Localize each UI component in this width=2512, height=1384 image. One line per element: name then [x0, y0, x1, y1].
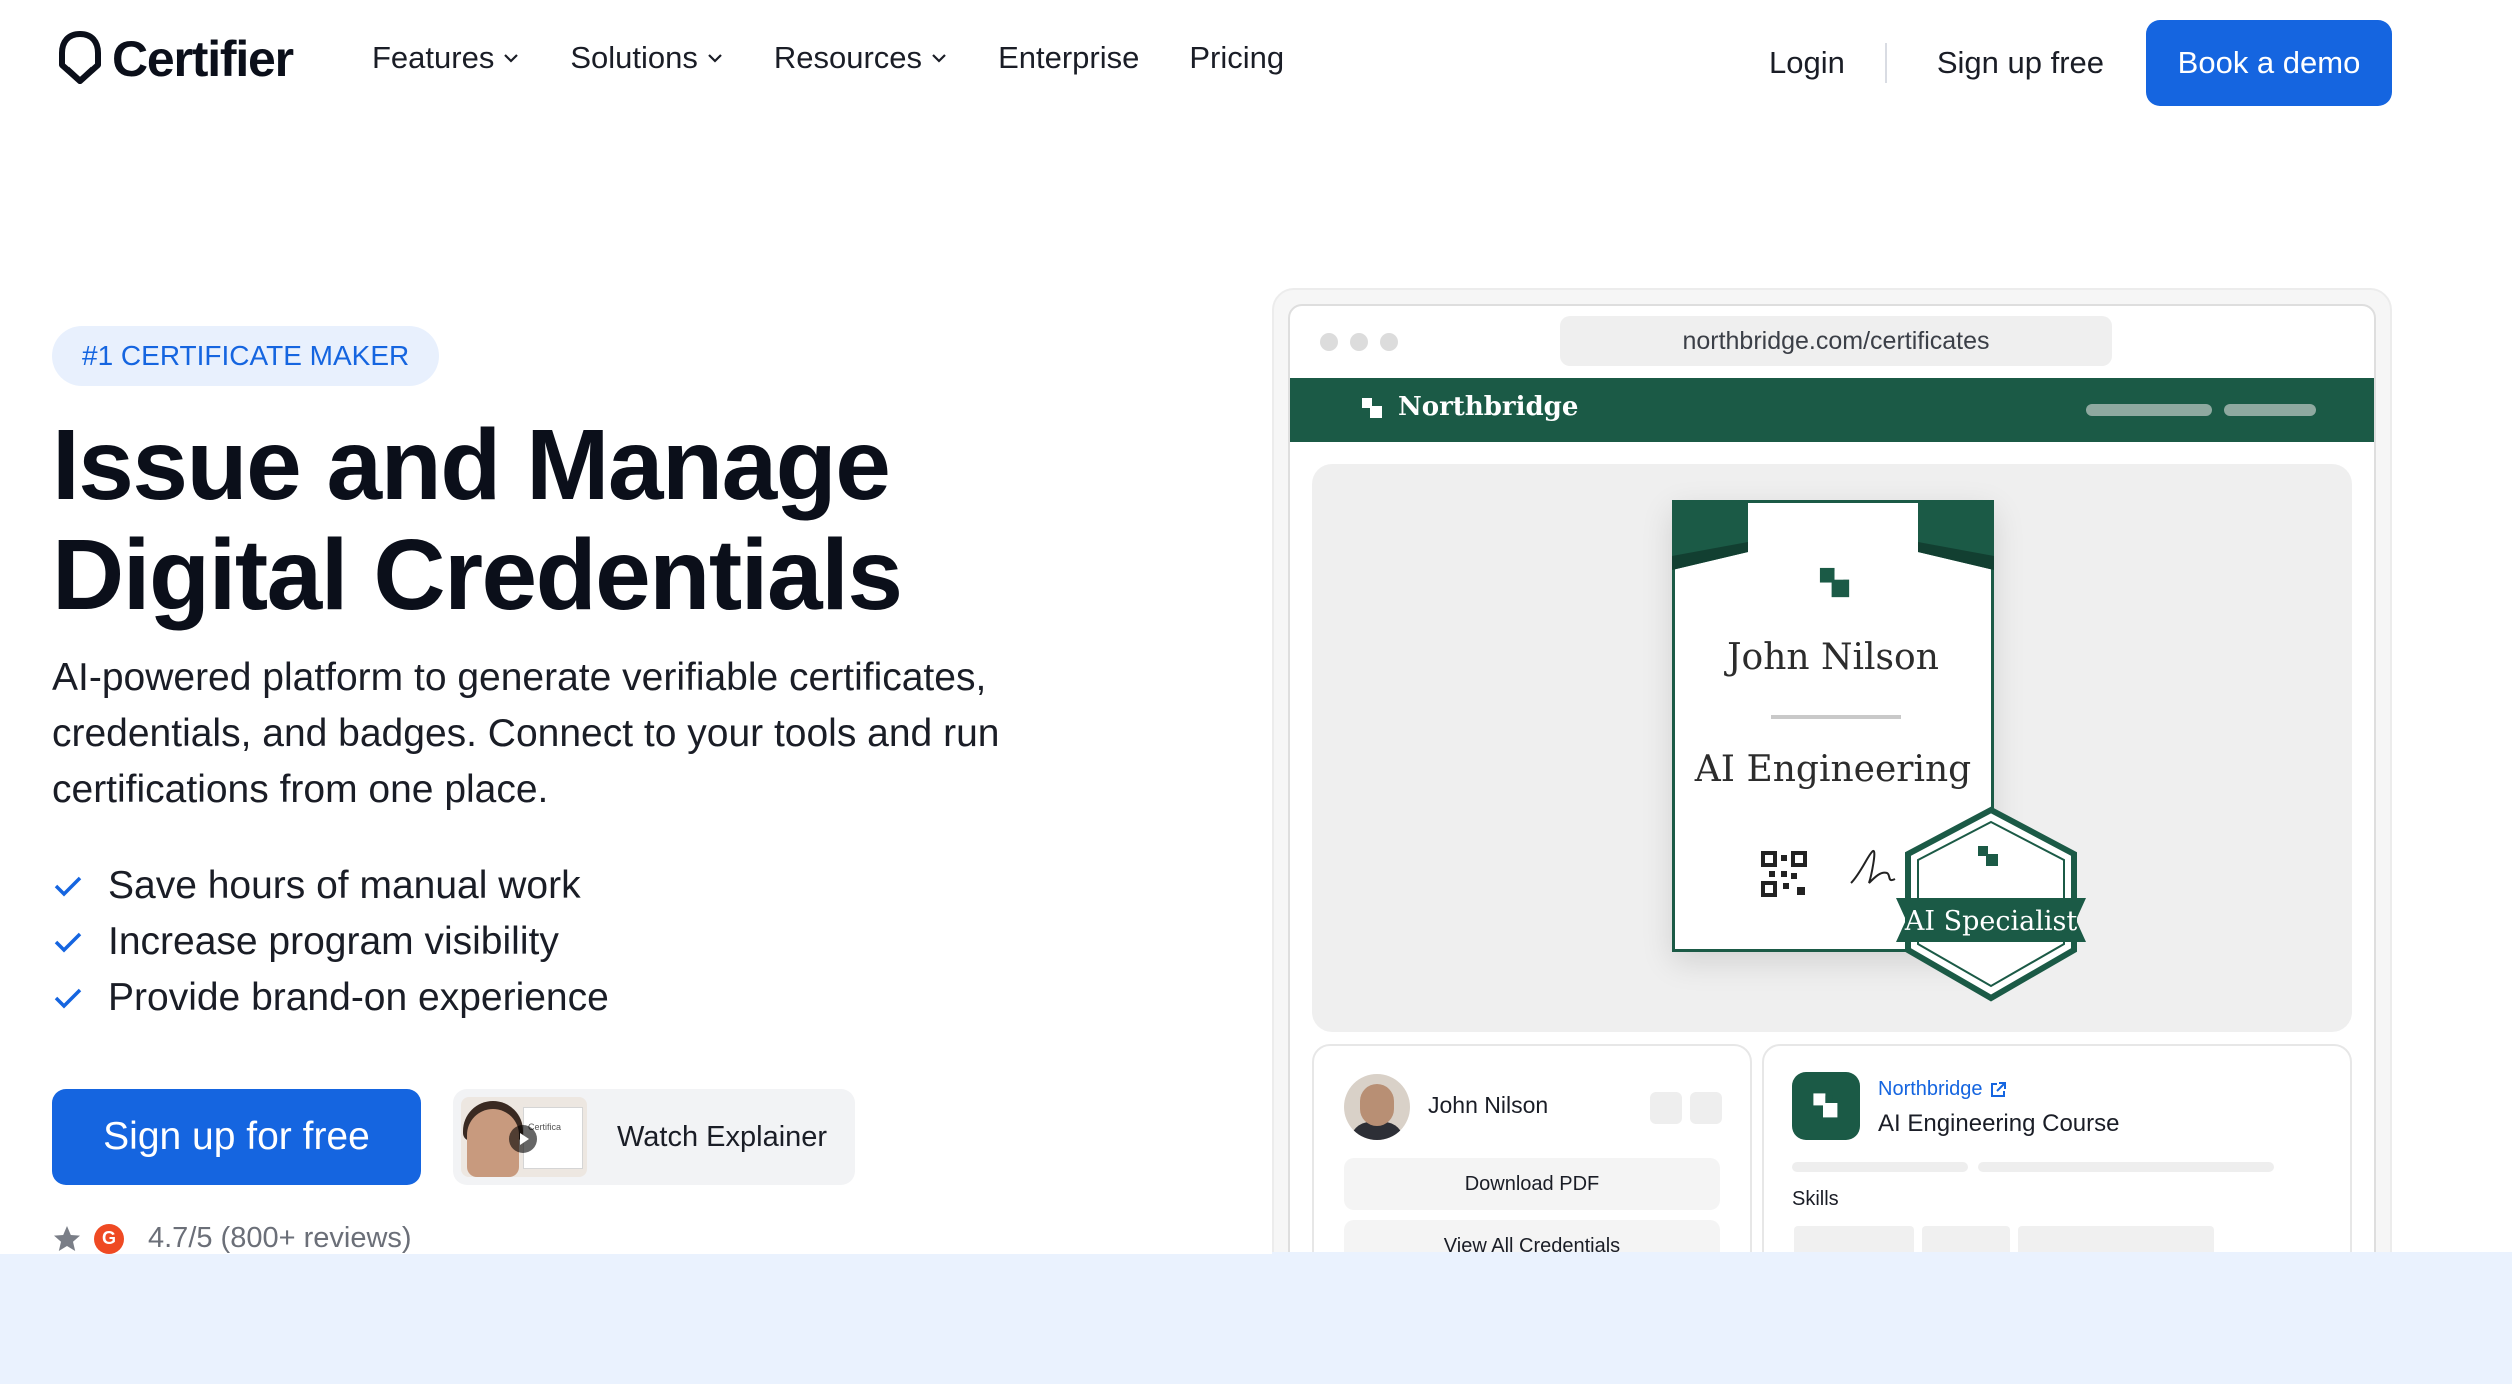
nav-enterprise-label: Enterprise	[998, 40, 1140, 75]
check-icon	[54, 932, 82, 953]
hero-title-line-1: Issue and Manage	[52, 409, 891, 521]
login-link[interactable]: Login	[1769, 45, 1845, 81]
nav-divider	[1884, 43, 1887, 83]
nav-enterprise[interactable]: Enterprise	[998, 40, 1139, 76]
certifier-logo[interactable]: Certifier	[58, 30, 294, 88]
benefit-item: Increase program visibility	[52, 914, 609, 970]
course-title: AI Engineering Course	[1878, 1110, 2120, 1137]
watch-explainer-label: Watch Explainer	[617, 1120, 828, 1153]
northbridge-logo-icon	[1813, 1093, 1838, 1118]
hero-badge: #1 CERTIFICATE MAKER	[52, 326, 440, 386]
nav-resources[interactable]: Resources	[774, 40, 948, 76]
action-placeholder	[1690, 1092, 1722, 1124]
certificate-recipient: John Nilson	[1727, 637, 1939, 678]
org-logo	[1792, 1072, 1860, 1140]
window-dot	[1320, 333, 1338, 351]
course-org-link[interactable]: Northbridge	[1878, 1078, 2007, 1101]
check-icon	[54, 988, 82, 1009]
benefit-list: Save hours of manual work Increase progr…	[52, 858, 609, 1026]
nav-resources-label: Resources	[773, 40, 923, 75]
play-icon	[509, 1125, 537, 1153]
placeholder-bar	[1792, 1162, 1968, 1172]
signup-link[interactable]: Sign up free	[1937, 45, 2104, 81]
explainer-thumbnail: Certifica	[461, 1097, 587, 1177]
ai-specialist-badge: AI Specialist	[1896, 806, 2086, 1002]
star-icon	[54, 1225, 80, 1251]
browser-titlebar: northbridge.com/certificates	[1290, 306, 2374, 378]
placeholder-bar	[1978, 1162, 2274, 1172]
bottom-band-overlay	[1272, 1252, 2512, 1384]
northbridge-logo-icon	[1362, 398, 1382, 418]
g2-icon: G	[94, 1223, 124, 1254]
signup-for-free-button[interactable]: Sign up for free	[52, 1089, 421, 1185]
certificate-course: AI Engineering	[1694, 749, 1972, 790]
window-dot	[1350, 333, 1368, 351]
action-placeholder	[1650, 1092, 1682, 1124]
nav-solutions[interactable]: Solutions	[570, 40, 724, 76]
course-org-name: Northbridge	[1878, 1078, 1983, 1100]
benefit-text: Save hours of manual work	[108, 864, 581, 907]
chevron-down-icon	[932, 54, 946, 63]
benefit-item: Provide brand-on experience	[52, 970, 609, 1026]
certificate-logo-icon	[1819, 567, 1850, 598]
hero-title: Issue and Manage Digital Credentials	[52, 410, 1152, 630]
download-pdf-button[interactable]: Download PDF	[1344, 1158, 1720, 1210]
nav-pricing-label: Pricing	[1189, 40, 1285, 75]
check-icon	[54, 876, 82, 897]
benefit-item: Save hours of manual work	[52, 858, 609, 914]
external-link-icon	[1990, 1081, 2006, 1097]
brand-name: Certifier	[112, 31, 294, 87]
qr-code-icon	[1761, 851, 1807, 897]
benefit-text: Increase program visibility	[108, 920, 559, 963]
certifier-logo-icon	[59, 31, 101, 84]
badge-label: AI Specialist	[1904, 906, 2077, 937]
certificate-divider	[1771, 715, 1901, 719]
top-nav: Certifier Features Solutions Resources E…	[0, 0, 2512, 124]
hero-title-line-2: Digital Credentials	[52, 519, 903, 631]
nav-solutions-label: Solutions	[570, 40, 698, 75]
watch-explainer-button[interactable]: Certifica Watch Explainer	[453, 1089, 855, 1185]
main-menu: Features Solutions Resources Enterprise …	[372, 40, 1284, 76]
org-name: Northbridge	[1398, 392, 1579, 422]
nav-features[interactable]: Features	[372, 40, 520, 76]
window-dot	[1380, 333, 1398, 351]
nav-features-label: Features	[372, 40, 495, 75]
nav-actions: Login Sign up free Book a demo	[1769, 20, 2392, 106]
nav-pricing[interactable]: Pricing	[1189, 40, 1284, 76]
chevron-down-icon	[504, 54, 519, 63]
chevron-down-icon	[708, 54, 722, 63]
review-rating: G 4.7/5 (800+ reviews)	[52, 1222, 412, 1255]
hero-description: AI-powered platform to generate verifiab…	[52, 656, 1000, 811]
header-placeholder-bar	[2086, 404, 2212, 416]
avatar	[1344, 1074, 1410, 1140]
holder-name: John Nilson	[1428, 1092, 1549, 1118]
benefit-text: Provide brand-on experience	[108, 976, 609, 1019]
header-placeholder-bar	[2224, 404, 2316, 416]
book-demo-button[interactable]: Book a demo	[2146, 20, 2392, 106]
address-bar: northbridge.com/certificates	[1560, 316, 2112, 366]
avatar-head	[1360, 1084, 1394, 1126]
org-header-bar: Northbridge	[1290, 378, 2374, 442]
rating-text: 4.7/5 (800+ reviews)	[148, 1222, 412, 1254]
skills-label: Skills	[1792, 1188, 1839, 1210]
certificate-corner-ribbons	[1672, 500, 1994, 570]
